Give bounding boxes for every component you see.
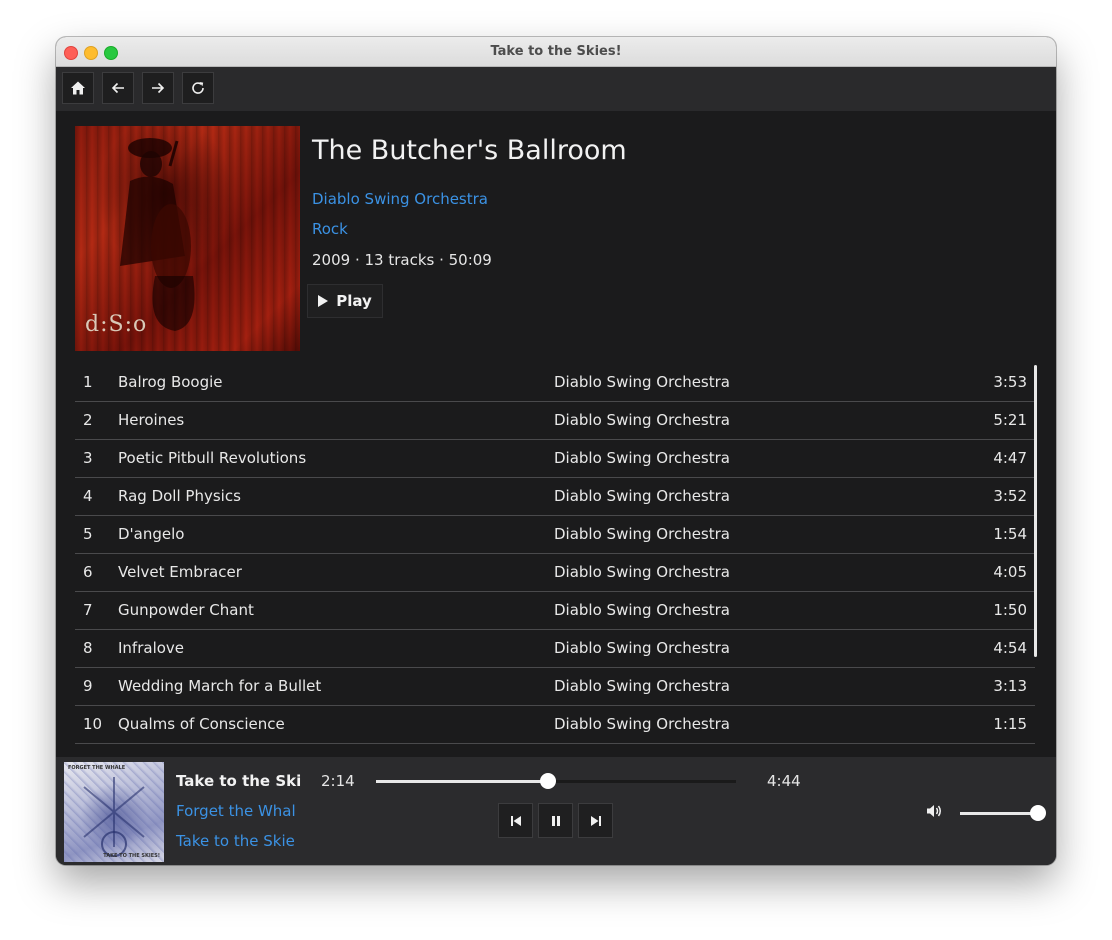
- track-title: Velvet Embracer: [118, 563, 242, 581]
- track-number: 5: [83, 525, 93, 543]
- track-title: Poetic Pitbull Revolutions: [118, 449, 307, 467]
- track-title: Wedding March for a Bullet: [118, 677, 322, 695]
- track-artist: Diablo Swing Orchestra: [554, 601, 730, 619]
- track-title: Gunpowder Chant: [118, 601, 254, 619]
- next-track-button[interactable]: [578, 803, 613, 838]
- now-playing-cover-band: FORGET THE WHALE: [68, 765, 126, 771]
- track-duration: 1:50: [993, 601, 1027, 619]
- player-bar: FORGET THE WHALE TAKE TO THE SKIES! Take…: [56, 757, 1056, 865]
- volume-slider[interactable]: [960, 805, 1046, 821]
- seek-slider-thumb[interactable]: [539, 773, 556, 789]
- refresh-icon: [192, 82, 204, 94]
- volume-icon: [927, 805, 941, 817]
- now-playing-album-link[interactable]: Take to the Skie: [176, 832, 295, 850]
- album-genre-link[interactable]: Rock: [312, 220, 348, 238]
- track-title: Infralove: [118, 639, 185, 657]
- play-album-button[interactable]: Play: [307, 284, 383, 318]
- track-row[interactable]: 10 Qualms of Conscience Diablo Swing Orche…: [75, 706, 1035, 744]
- album-cover-logo: d:S:o: [85, 312, 148, 337]
- album-artist-link[interactable]: Diablo Swing Orchestra: [312, 190, 488, 208]
- track-artist: Diablo Swing Orchestra: [554, 449, 730, 467]
- track-artist: Diablo Swing Orchestra: [554, 677, 730, 695]
- track-artist: Diablo Swing Orchestra: [554, 411, 730, 429]
- track-number: 10: [83, 715, 103, 733]
- home-button[interactable]: [62, 72, 94, 104]
- forward-button[interactable]: [142, 72, 174, 104]
- window-title: Take to the Skies!: [490, 44, 622, 59]
- track-artist: Diablo Swing Orchestra: [554, 715, 730, 733]
- now-playing-cover-album: TAKE TO THE SKIES!: [103, 853, 160, 859]
- skip-previous-icon: [510, 815, 521, 826]
- seek-slider-fill: [376, 780, 548, 783]
- track-artist: Diablo Swing Orchestra: [554, 563, 730, 581]
- arrow-left-icon: [111, 82, 124, 94]
- track-number: 4: [83, 487, 93, 505]
- volume-slider-fill: [960, 812, 1038, 815]
- track-number: 6: [83, 563, 93, 581]
- track-number: 7: [83, 601, 93, 619]
- track-title: Balrog Boogie: [118, 373, 223, 391]
- track-duration: 5:21: [993, 411, 1027, 429]
- track-list-scrollbar[interactable]: [1034, 365, 1037, 657]
- track-row[interactable]: 5 D'angelo Diablo Swing Orchestra 1:54: [75, 516, 1035, 554]
- track-duration: 3:52: [993, 487, 1027, 505]
- track-artist: Diablo Swing Orchestra: [554, 639, 730, 657]
- elapsed-time: 2:14: [321, 772, 355, 790]
- track-row[interactable]: 6 Velvet Embracer Diablo Swing Orchestra 4:…: [75, 554, 1035, 592]
- track-title: D'angelo: [118, 525, 185, 543]
- track-row[interactable]: 9 Wedding March for a Bullet Diablo Swing …: [75, 668, 1035, 706]
- title-bar: Take to the Skies!: [56, 37, 1056, 67]
- track-duration: 1:15: [993, 715, 1027, 733]
- track-row[interactable]: 3 Poetic Pitbull Revolutions Diablo Swing …: [75, 440, 1035, 478]
- album-meta: 2009 · 13 tracks · 50:09: [312, 251, 492, 269]
- pause-button[interactable]: [538, 803, 573, 838]
- track-title: Qualms of Conscience: [118, 715, 285, 733]
- track-row[interactable]: 7 Gunpowder Chant Diablo Swing Orchestra 1:…: [75, 592, 1035, 630]
- track-duration: 3:53: [993, 373, 1027, 391]
- track-duration: 4:47: [993, 449, 1027, 467]
- total-time: 4:44: [767, 772, 801, 790]
- now-playing-title: Take to the Ski: [176, 772, 302, 790]
- track-artist: Diablo Swing Orchestra: [554, 487, 730, 505]
- track-number: 8: [83, 639, 93, 657]
- arrow-right-icon: [152, 82, 165, 94]
- play-button-label: Play: [336, 292, 372, 310]
- previous-track-button[interactable]: [498, 803, 533, 838]
- volume-button[interactable]: [925, 802, 943, 824]
- track-title: Heroines: [118, 411, 185, 429]
- album-view: d:S:o The Butcher's Ballroom Diablo Swin…: [61, 111, 1051, 757]
- track-row[interactable]: 4 Rag Doll Physics Diablo Swing Orchestra 3…: [75, 478, 1035, 516]
- pause-icon: [551, 815, 560, 826]
- now-playing-cover[interactable]: FORGET THE WHALE TAKE TO THE SKIES!: [64, 762, 164, 862]
- track-row[interactable]: 2 Heroines Diablo Swing Orchestra 5:21: [75, 402, 1035, 440]
- home-icon: [71, 81, 85, 95]
- skip-next-icon: [590, 815, 601, 826]
- track-list: 1 Balrog Boogie Diablo Swing Orchestra 3:53…: [75, 364, 1035, 744]
- refresh-button[interactable]: [182, 72, 214, 104]
- track-duration: 4:05: [993, 563, 1027, 581]
- track-duration: 1:54: [993, 525, 1027, 543]
- seek-slider[interactable]: [376, 773, 736, 789]
- back-button[interactable]: [102, 72, 134, 104]
- app-window: Take to the Skies! d:S:o The Butcher's B…: [56, 37, 1056, 865]
- whale-artwork-icon: [83, 777, 145, 857]
- track-number: 1: [83, 373, 93, 391]
- track-number: 2: [83, 411, 93, 429]
- volume-slider-thumb[interactable]: [1030, 805, 1046, 821]
- album-title: The Butcher's Ballroom: [312, 135, 627, 166]
- track-duration: 3:13: [993, 677, 1027, 695]
- track-artist: Diablo Swing Orchestra: [554, 525, 730, 543]
- track-duration: 4:54: [993, 639, 1027, 657]
- track-title: Rag Doll Physics: [118, 487, 241, 505]
- track-number: 3: [83, 449, 93, 467]
- track-artist: Diablo Swing Orchestra: [554, 373, 730, 391]
- track-row[interactable]: 1 Balrog Boogie Diablo Swing Orchestra 3:53: [75, 364, 1035, 402]
- play-icon: [318, 295, 329, 307]
- album-cover: d:S:o: [75, 126, 300, 351]
- toolbar: [56, 67, 1056, 111]
- track-number: 9: [83, 677, 93, 695]
- now-playing-artist-link[interactable]: Forget the Whal: [176, 802, 296, 820]
- track-row[interactable]: 8 Infralove Diablo Swing Orchestra 4:54: [75, 630, 1035, 668]
